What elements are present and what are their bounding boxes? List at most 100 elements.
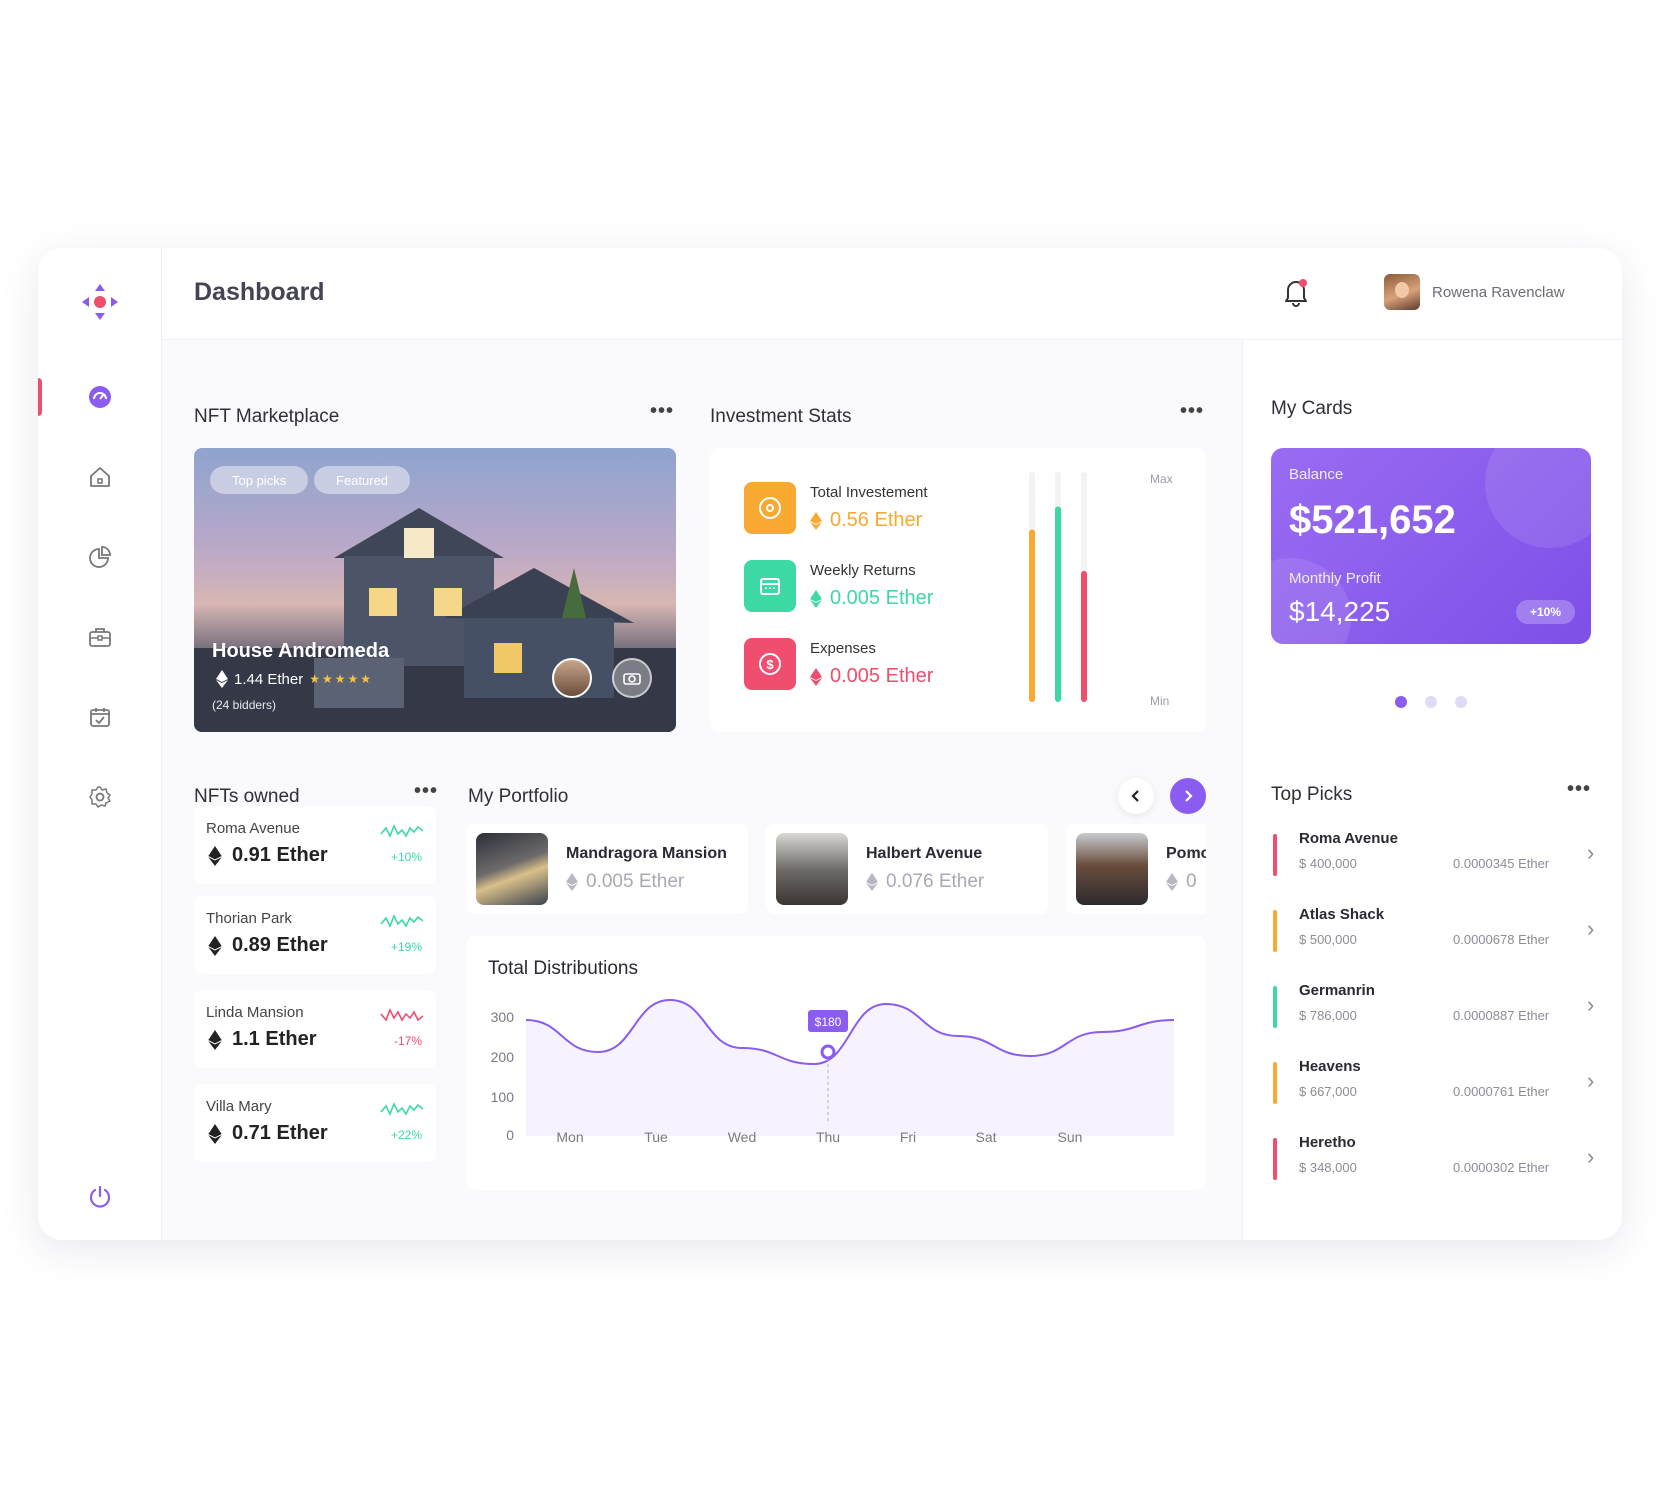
card-decoration <box>1485 448 1591 548</box>
y-tick-label: 200 <box>491 1049 515 1065</box>
top-pick-item[interactable]: Heavens $ 667,000 0.0000761 Ether › <box>1271 1058 1601 1118</box>
top-pick-item[interactable]: Roma Avenue $ 400,000 0.0000345 Ether › <box>1271 830 1601 890</box>
pick-color-bar <box>1273 834 1277 876</box>
pick-name: Heavens <box>1299 1058 1361 1075</box>
nft-owned-item[interactable]: Villa Mary 0.71 Ether +22% <box>194 1084 436 1162</box>
portfolio-item[interactable]: Pomona 0 <box>1066 824 1206 914</box>
portfolio-item-value: 0.076 Ether <box>866 871 984 893</box>
chevron-right-icon[interactable]: › <box>1587 840 1594 866</box>
main-content: NFT Marketplace ••• Top picks Featured H… <box>162 340 1242 1240</box>
x-tick-label: Mon <box>556 1129 583 1145</box>
pick-ether: 0.0000302 Ether <box>1453 1160 1550 1175</box>
x-tick-label: Tue <box>644 1129 668 1145</box>
app-window: Dashboard Rowena Ravenclaw NFT Marketpla… <box>38 248 1622 1240</box>
ether-icon <box>208 845 222 866</box>
monthly-profit-label: Monthly Profit <box>1289 570 1381 587</box>
user-menu[interactable]: Rowena Ravenclaw <box>1384 274 1565 310</box>
chip-featured[interactable]: Featured <box>314 466 411 494</box>
top-pick-item[interactable]: Germanrin $ 786,000 0.0000887 Ether › <box>1271 982 1601 1042</box>
portfolio-item[interactable]: Halbert Avenue 0.076 Ether <box>766 824 1048 914</box>
nft-owned-item[interactable]: Linda Mansion 1.1 Ether -17% <box>194 990 436 1068</box>
top-pick-item[interactable]: Atlas Shack $ 500,000 0.0000678 Ether › <box>1271 906 1601 966</box>
x-tick-label: Sat <box>975 1129 996 1145</box>
nft-owned-item[interactable]: Roma Avenue 0.91 Ether +10% <box>194 806 436 884</box>
nft-owned-value: 1.1 Ether <box>208 1028 316 1051</box>
dashboard-icon <box>89 386 111 408</box>
property-image <box>776 833 848 905</box>
briefcase-icon <box>89 628 111 647</box>
nft-price-value: 1.44 Ether <box>234 670 304 688</box>
trend-sparkline <box>380 1008 424 1022</box>
portfolio-item-amount: 0.005 Ether <box>586 871 685 892</box>
nft-owned-item[interactable]: Thorian Park 0.89 Ether +19% <box>194 896 436 974</box>
chevron-right-icon[interactable]: › <box>1587 992 1594 1018</box>
nft-owned-change: +22% <box>390 1128 422 1142</box>
distribution-chart: 300 200 100 0 Mon Tue Wed Thu Fri Sat Sun $180 <box>491 998 1175 1145</box>
chevron-right-icon[interactable]: › <box>1587 1068 1594 1094</box>
pick-ether: 0.0000678 Ether <box>1453 932 1550 947</box>
settings-icon <box>89 786 111 808</box>
portfolio-item-name: Mandragora Mansion <box>566 845 727 862</box>
portfolio-item-name: Halbert Avenue <box>866 845 983 862</box>
nft-owned-name: Thorian Park <box>206 910 292 927</box>
ether-icon <box>208 1123 222 1144</box>
nav-logout[interactable] <box>38 1174 162 1220</box>
pick-name: Atlas Shack <box>1299 906 1385 923</box>
nft-owned-change: -17% <box>393 1034 422 1048</box>
chip-top-picks[interactable]: Top picks <box>210 466 309 494</box>
card-pager-dot[interactable] <box>1425 696 1437 708</box>
balance-value: $521,652 <box>1289 498 1456 542</box>
sidebar <box>38 248 162 1240</box>
nft-owned-name: Linda Mansion <box>206 1004 304 1021</box>
nav-settings[interactable] <box>38 774 162 820</box>
chevron-right-icon[interactable]: › <box>1587 916 1594 942</box>
balance-label: Balance <box>1289 466 1344 483</box>
trend-sparkline <box>380 914 424 928</box>
nft-owned-value: 0.91 Ether <box>208 844 328 867</box>
pie-chart-icon <box>89 546 111 568</box>
top-picks-more-button[interactable]: ••• <box>1567 778 1591 801</box>
nft-owned-value: 0.71 Ether <box>208 1122 328 1145</box>
property-image <box>1076 833 1148 905</box>
portfolio-item-amount: 0 <box>1186 871 1197 892</box>
avatar <box>1384 274 1420 310</box>
y-tick-label: 300 <box>491 1009 515 1025</box>
x-tick-label: Fri <box>900 1129 916 1145</box>
pick-name: Heretho <box>1299 1134 1356 1151</box>
nfts-owned-more-button[interactable]: ••• <box>414 780 438 803</box>
nav-dashboard[interactable] <box>38 374 162 420</box>
card-pager-dot[interactable] <box>1455 696 1467 708</box>
pick-price: $ 348,000 <box>1299 1160 1357 1175</box>
nav-portfolio[interactable] <box>38 614 162 660</box>
user-name: Rowena Ravenclaw <box>1432 283 1565 301</box>
pick-ether: 0.0000761 Ether <box>1453 1084 1550 1099</box>
ether-icon <box>566 873 578 891</box>
y-tick-label: 100 <box>491 1089 515 1105</box>
card-pager-dot[interactable] <box>1395 696 1407 708</box>
rating-stars: ★★★★★ <box>309 672 374 686</box>
chevron-right-icon[interactable]: › <box>1587 1144 1594 1170</box>
notification-bell-icon[interactable] <box>1282 276 1310 308</box>
nav-home[interactable] <box>38 454 162 500</box>
balance-card[interactable]: Balance $521,652 Monthly Profit $14,225 … <box>1271 448 1591 644</box>
pick-color-bar <box>1273 1062 1277 1104</box>
pick-name: Roma Avenue <box>1299 830 1398 847</box>
x-tick-label: Sun <box>1058 1129 1083 1145</box>
pick-ether: 0.0000887 Ether <box>1453 1008 1550 1023</box>
pick-color-bar <box>1273 1138 1277 1180</box>
pick-price: $ 500,000 <box>1299 932 1357 947</box>
portfolio-item-value: 0.005 Ether <box>566 871 727 893</box>
tooltip-label: $180 <box>815 1015 842 1029</box>
home-icon <box>90 467 110 487</box>
x-tick-label: Wed <box>728 1129 757 1145</box>
nav-calendar[interactable] <box>38 694 162 740</box>
ether-icon <box>866 873 878 891</box>
highlight-point[interactable] <box>820 1044 836 1060</box>
nft-owned-amount: 1.1 Ether <box>232 1028 317 1050</box>
nft-owned-change: +19% <box>390 940 422 954</box>
portfolio-item-amount: 0.076 Ether <box>886 871 985 892</box>
top-pick-item[interactable]: Heretho $ 348,000 0.0000302 Ether › <box>1271 1134 1601 1194</box>
portfolio-item[interactable]: Mandragora Mansion 0.005 Ether <box>466 824 748 914</box>
pick-name: Germanrin <box>1299 982 1375 999</box>
nav-analytics[interactable] <box>38 534 162 580</box>
